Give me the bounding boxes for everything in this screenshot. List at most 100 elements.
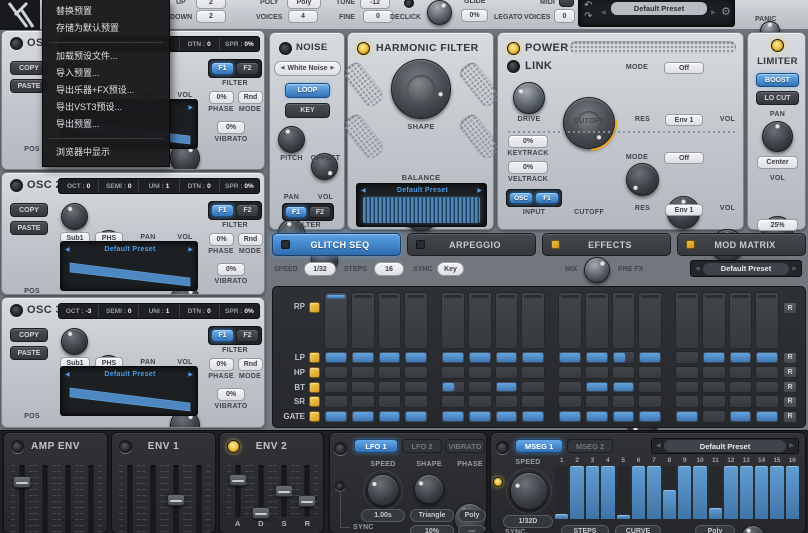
harmonic-shape-knob[interactable]: [391, 59, 451, 119]
osc-led[interactable]: [10, 179, 23, 192]
seq-cell[interactable]: [558, 292, 582, 349]
osc-paste-button[interactable]: PASTE: [10, 346, 48, 360]
seq-cell[interactable]: [702, 410, 726, 423]
gear-icon[interactable]: ⚙: [721, 5, 731, 18]
preset-prev-icon[interactable]: ◀: [601, 10, 606, 16]
osc-mode-value[interactable]: Rnd: [238, 233, 263, 246]
seq-cell[interactable]: [558, 410, 582, 423]
mseg-steps-button[interactable]: STEPS: [561, 525, 609, 533]
seq-cell[interactable]: [675, 381, 699, 394]
input-osc-button[interactable]: OSC: [509, 192, 533, 204]
seq-cell[interactable]: [351, 292, 375, 349]
mseg-preset-next-icon[interactable]: ▶: [789, 443, 794, 449]
midi-button[interactable]: [559, 0, 574, 7]
seq-row-led[interactable]: [309, 367, 320, 378]
noise-type-selector[interactable]: ◀ White Noise ▶: [274, 61, 341, 76]
mseg-bar-slot[interactable]: [786, 466, 799, 519]
filter1-mode-value[interactable]: Off: [664, 62, 704, 74]
noise-next-icon[interactable]: ▶: [331, 66, 335, 71]
seq-cell[interactable]: [495, 395, 519, 408]
glide-knob[interactable]: [427, 0, 452, 25]
seq-cell[interactable]: [612, 366, 636, 379]
osc-header-cell[interactable]: SEMI :0: [98, 304, 138, 318]
seq-cell[interactable]: [755, 351, 779, 364]
osc-header-cell[interactable]: UNI :1: [138, 304, 178, 318]
app-logo[interactable]: [0, 0, 40, 30]
filter1-res-knob[interactable]: [626, 163, 659, 196]
seq-cell[interactable]: [495, 366, 519, 379]
seq-cell[interactable]: [638, 395, 662, 408]
seq-steps-value[interactable]: 16: [374, 262, 404, 276]
seq-cell[interactable]: [441, 292, 465, 349]
mseg-speed-knob[interactable]: [510, 472, 548, 510]
seq-cell[interactable]: [441, 351, 465, 364]
seq-cell[interactable]: [755, 381, 779, 394]
power-led[interactable]: [507, 42, 520, 55]
seq-cell[interactable]: [404, 366, 428, 379]
seq-cell[interactable]: [558, 381, 582, 394]
mseg-led[interactable]: [496, 441, 509, 454]
seq-cell[interactable]: [351, 395, 375, 408]
seq-cell[interactable]: [702, 395, 726, 408]
filter1-env-value[interactable]: Env 1: [665, 114, 703, 126]
seq-preset-selector[interactable]: ◀ Default Preset ▶: [690, 260, 802, 277]
osc-header-cell[interactable]: SEMI :0: [98, 179, 138, 193]
glitch-tab-modmatrix[interactable]: MOD MATRIX: [677, 233, 806, 256]
filter2-mode-value[interactable]: Off: [664, 152, 704, 164]
menu-item[interactable]: 浏览器中显示: [43, 144, 169, 161]
seq-cell[interactable]: [675, 395, 699, 408]
osc-header-cell[interactable]: OCT :0: [59, 179, 98, 193]
mseg-knob-1[interactable]: [741, 525, 765, 533]
seq-cell[interactable]: [521, 395, 545, 408]
seq-cell[interactable]: [351, 381, 375, 394]
env-slider-track[interactable]: [235, 465, 240, 517]
seq-cell[interactable]: [468, 292, 492, 349]
noise-pitch-knob[interactable]: [278, 126, 305, 153]
seq-cell[interactable]: [558, 351, 582, 364]
voices-value[interactable]: 4: [288, 10, 318, 23]
seq-cell[interactable]: [729, 351, 753, 364]
osc-vibrato-value[interactable]: 0%: [217, 263, 245, 276]
mseg-speed-value[interactable]: 1/32D: [503, 515, 553, 528]
env-slider-track[interactable]: [127, 465, 132, 533]
boost-button[interactable]: BOOST: [756, 73, 799, 87]
seq-cell[interactable]: [675, 366, 699, 379]
mseg-bar-slot[interactable]: [617, 466, 630, 519]
seq-cell[interactable]: [495, 351, 519, 364]
noise-prev-icon[interactable]: ◀: [281, 66, 285, 71]
seq-cell[interactable]: [638, 292, 662, 349]
mseg-preset-prev-icon[interactable]: ◀: [656, 443, 661, 449]
seq-cell[interactable]: [612, 410, 636, 423]
env-slider-handle[interactable]: [298, 495, 316, 507]
osc-preset-prev-icon[interactable]: ◀: [65, 247, 70, 253]
menu-item[interactable]: 导入预置...: [43, 65, 169, 82]
seq-cell[interactable]: [351, 410, 375, 423]
osc-phase-value[interactable]: 0%: [209, 233, 234, 246]
seq-cell[interactable]: [755, 292, 779, 349]
seq-row-reset-button[interactable]: R: [783, 411, 797, 423]
voices2-value[interactable]: 0: [554, 9, 575, 23]
seq-row-led[interactable]: [309, 396, 320, 407]
seq-row-led[interactable]: [309, 411, 320, 422]
osc-header-cell[interactable]: DTN :0: [179, 37, 219, 51]
lfo-shape-knob[interactable]: [414, 474, 444, 504]
seq-row-led[interactable]: [309, 382, 320, 393]
osc-vibrato-value[interactable]: 0%: [217, 121, 245, 134]
seq-speed-value[interactable]: 1/32: [304, 262, 336, 276]
seq-cell[interactable]: [324, 395, 348, 408]
osc-f2-button[interactable]: F2: [236, 204, 259, 217]
seq-cell[interactable]: [404, 395, 428, 408]
up-value[interactable]: 2: [196, 0, 226, 9]
seq-cell[interactable]: [585, 381, 609, 394]
lfo-shape-value[interactable]: Triangle: [410, 509, 454, 522]
menu-item[interactable]: 导出乐器+FX预设...: [43, 82, 169, 99]
seq-cell[interactable]: [612, 292, 636, 349]
seq-cell[interactable]: [638, 351, 662, 364]
seq-cell[interactable]: [441, 410, 465, 423]
menu-item[interactable]: 替换预置: [43, 3, 169, 20]
seq-cell[interactable]: [675, 292, 699, 349]
seq-cell[interactable]: [378, 366, 402, 379]
seq-cell[interactable]: [324, 351, 348, 364]
seq-cell[interactable]: [702, 292, 726, 349]
preset-next-icon[interactable]: ▶: [711, 10, 716, 16]
